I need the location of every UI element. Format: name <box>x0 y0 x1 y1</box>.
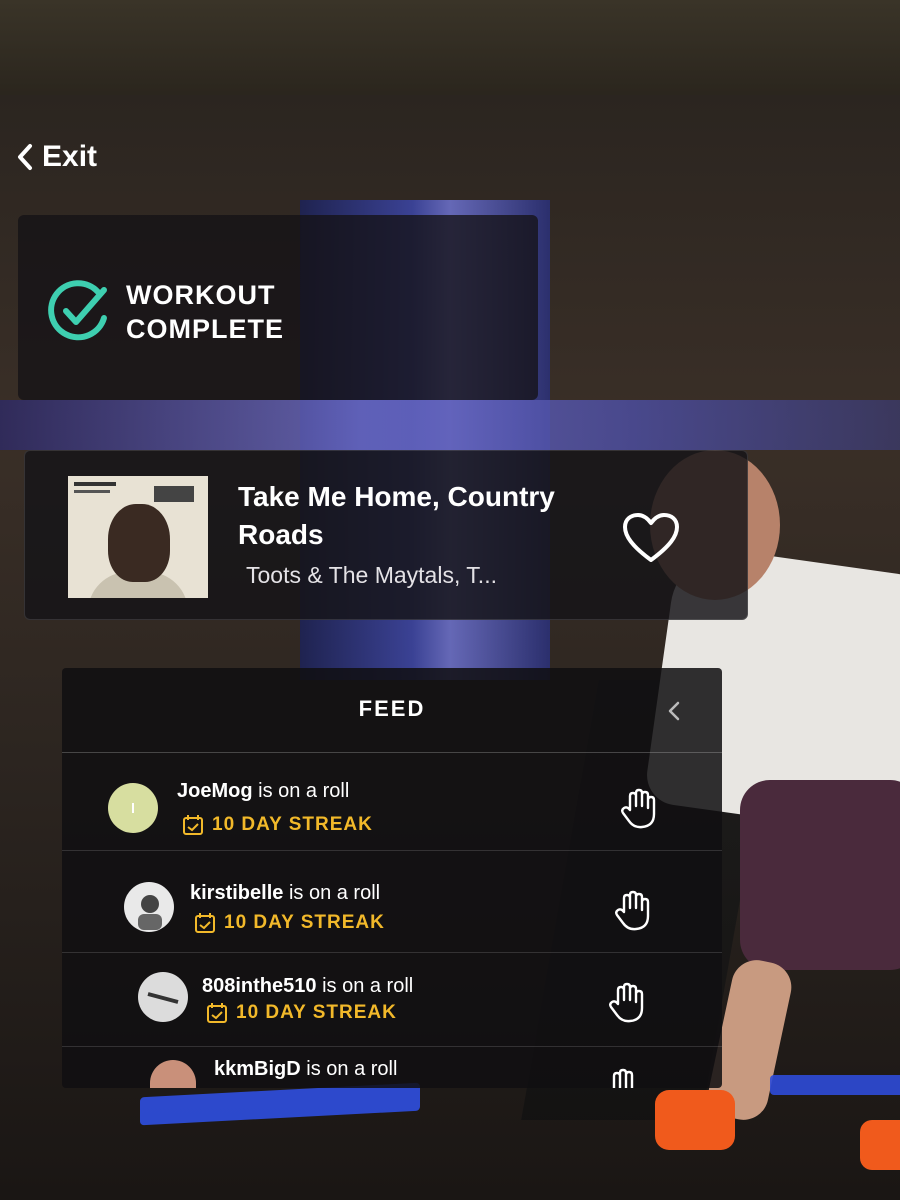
instructor-shorts <box>740 780 900 970</box>
streak-label: 10 DAY STREAK <box>212 814 373 835</box>
song-title: Take Me Home, Country Roads <box>238 481 555 550</box>
workout-complete-label: WORKOUT COMPLETE <box>126 278 284 346</box>
feed-username[interactable]: kirstibelle <box>190 882 283 904</box>
high-five-icon[interactable] <box>602 1068 642 1088</box>
feed-title: FEED <box>358 696 426 721</box>
high-five-icon[interactable] <box>612 890 652 932</box>
streak-label: 10 DAY STREAK <box>236 1002 397 1023</box>
feed-user-line: JoeMog is on a roll <box>177 780 349 803</box>
chevron-left-icon[interactable] <box>664 697 684 725</box>
feed-action: is on a roll <box>322 975 414 997</box>
instructor-shoe <box>860 1120 900 1170</box>
album-art <box>68 476 208 598</box>
calendar-check-icon <box>183 815 203 835</box>
streak-badge: 10 DAY STREAK <box>194 912 385 934</box>
song-artist: Toots & The Maytals, T... <box>246 562 497 588</box>
avatar <box>108 783 158 833</box>
feed-action: is on a roll <box>306 1058 398 1080</box>
avatar <box>138 972 188 1022</box>
instructor-shoe <box>655 1090 735 1150</box>
streak-badge: 10 DAY STREAK <box>206 1002 397 1024</box>
status-line-1: WORKOUT <box>126 280 276 310</box>
exit-button[interactable]: Exit <box>14 140 97 174</box>
feed-header: FEED <box>62 668 722 753</box>
feed-user-line: kkmBigD is on a roll <box>214 1058 397 1081</box>
chevron-left-icon <box>18 144 32 170</box>
calendar-check-icon <box>207 1003 227 1023</box>
feed-username[interactable]: 808inthe510 <box>202 975 317 997</box>
studio-light-strip <box>0 400 900 450</box>
status-line-2: COMPLETE <box>126 314 285 344</box>
floor-light <box>770 1075 900 1095</box>
exit-label: Exit <box>42 140 98 173</box>
heart-icon[interactable] <box>622 512 680 564</box>
feed-user-line: 808inthe510 is on a roll <box>202 975 413 998</box>
high-five-icon[interactable] <box>618 788 658 830</box>
feed-username[interactable]: kkmBigD <box>214 1058 301 1080</box>
screen-bezel <box>0 0 900 100</box>
high-five-icon[interactable] <box>606 982 646 1024</box>
avatar <box>124 882 174 932</box>
feed-action: is on a roll <box>258 780 350 802</box>
feed-username[interactable]: JoeMog <box>177 780 253 802</box>
feed-user-line: kirstibelle is on a roll <box>190 882 380 905</box>
streak-badge: 10 DAY STREAK <box>182 814 373 836</box>
check-circle-icon <box>48 280 107 341</box>
feed-action: is on a roll <box>288 882 381 904</box>
streak-label: 10 DAY STREAK <box>224 912 385 933</box>
calendar-check-icon <box>195 913 215 933</box>
